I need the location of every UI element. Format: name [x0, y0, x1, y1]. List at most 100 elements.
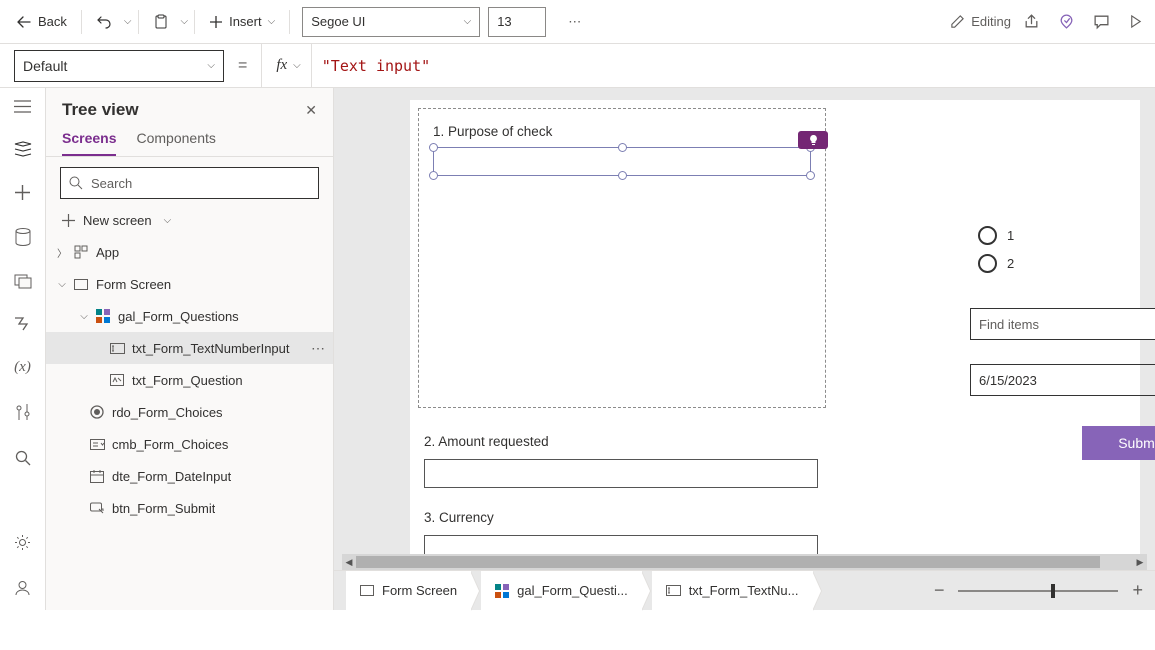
text-input-control[interactable]: [424, 459, 818, 488]
datepicker-control[interactable]: 6/15/2023: [970, 364, 1155, 396]
artboard: 1. Purpose of check: [410, 100, 1140, 554]
hamburger-icon[interactable]: [0, 96, 45, 117]
textinput-icon: [666, 585, 681, 596]
tree-tabs: Screens Components: [46, 124, 333, 157]
resize-handle[interactable]: [429, 171, 438, 180]
font-size-select[interactable]: 13: [488, 7, 546, 37]
data-icon[interactable]: [0, 224, 45, 250]
close-icon[interactable]: ✕: [305, 102, 317, 119]
resize-handle[interactable]: [618, 143, 627, 152]
search-rail-icon[interactable]: [0, 446, 45, 470]
scroll-left-icon[interactable]: ◀: [342, 554, 356, 570]
tree-item-gallery[interactable]: ⌵ gal_Form_Questions: [46, 300, 333, 332]
virtual-agent-icon[interactable]: [0, 575, 45, 600]
new-screen-button[interactable]: New screen ⌵: [46, 209, 333, 236]
editing-mode[interactable]: Editing: [942, 10, 1019, 33]
screen-icon: [74, 279, 90, 290]
tree-item-txtinput[interactable]: txt_Form_TextNumberInput ⋯: [46, 332, 333, 364]
date-value: 6/15/2023: [971, 373, 1155, 388]
font-name: Segoe UI: [311, 14, 365, 29]
tree-item-radio[interactable]: rdo_Form_Choices: [46, 396, 333, 428]
breadcrumb-gallery[interactable]: gal_Form_Questi...: [481, 571, 642, 610]
advanced-tools-icon[interactable]: [0, 400, 45, 426]
tab-components[interactable]: Components: [136, 130, 215, 156]
breadcrumb-screen[interactable]: Form Screen: [346, 571, 471, 610]
zoom-thumb[interactable]: [1051, 584, 1055, 598]
tree-body: 〉 App ⌵ Form Screen ⌵ gal_Form_Questions…: [46, 236, 333, 610]
gallery-icon: [96, 309, 112, 323]
radio-label: 2: [1007, 256, 1014, 271]
fx-chevron[interactable]: ⌵: [293, 60, 301, 71]
tab-screens[interactable]: Screens: [62, 130, 116, 156]
tree-item-button[interactable]: btn_Form_Submit: [46, 492, 333, 524]
chevron-down-icon: ⌵: [464, 16, 472, 27]
property-select[interactable]: Default ⌵: [14, 50, 224, 82]
scrollbar-thumb[interactable]: [356, 556, 1100, 568]
gallery-template[interactable]: 1. Purpose of check: [418, 108, 826, 408]
combobox-control[interactable]: Find items: [970, 308, 1155, 340]
paste-button[interactable]: [145, 10, 177, 34]
zoom-slider[interactable]: [958, 590, 1118, 592]
more-icon[interactable]: ⋯: [311, 340, 325, 357]
share-icon[interactable]: [1023, 13, 1040, 30]
insert-rail-icon[interactable]: [0, 181, 45, 204]
tree-item-app[interactable]: 〉 App: [46, 236, 333, 268]
tree-item-txtquestion[interactable]: txt_Form_Question: [46, 364, 333, 396]
preview-icon[interactable]: [1128, 13, 1143, 30]
chevron-down-icon: ⌵: [56, 279, 68, 290]
more-formatting[interactable]: ⋯: [560, 10, 589, 34]
canvas-viewport[interactable]: 1. Purpose of check: [334, 88, 1155, 554]
radio-option-2[interactable]: 2: [978, 254, 1014, 273]
scroll-right-icon[interactable]: ▶: [1133, 554, 1147, 570]
resize-handle[interactable]: [618, 171, 627, 180]
selection-outline: [433, 147, 811, 176]
zoom-in-button[interactable]: +: [1132, 580, 1143, 601]
ideas-badge[interactable]: [798, 131, 828, 149]
tree-label: btn_Form_Submit: [112, 501, 215, 516]
radio-group[interactable]: 1 2: [978, 226, 1014, 273]
tree-search[interactable]: Search: [60, 167, 319, 199]
app-checker-icon[interactable]: [1058, 13, 1075, 30]
tree-panel: Tree view ✕ Screens Components Search Ne…: [46, 88, 334, 610]
media-icon[interactable]: [0, 270, 45, 293]
variables-icon[interactable]: (x): [0, 355, 45, 380]
question-label-2: 2. Amount requested: [424, 434, 1126, 449]
text-input-control[interactable]: [424, 535, 818, 554]
tree-item-formscreen[interactable]: ⌵ Form Screen: [46, 268, 333, 300]
tree-label: cmb_Form_Choices: [112, 437, 228, 452]
clipboard-icon: [153, 14, 169, 30]
selected-control[interactable]: [433, 147, 811, 176]
insert-button[interactable]: Insert ⌵: [201, 10, 283, 33]
form-question-3: 3. Currency: [424, 510, 1126, 554]
search-icon: [69, 176, 83, 190]
comments-icon[interactable]: [1093, 13, 1110, 30]
radio-option-1[interactable]: 1: [978, 226, 1014, 245]
undo-button[interactable]: [88, 10, 120, 34]
pencil-icon: [950, 14, 965, 29]
horizontal-scrollbar[interactable]: ◀ ▶: [342, 554, 1147, 570]
breadcrumb-control[interactable]: txt_Form_TextNu...: [652, 571, 813, 610]
back-button[interactable]: Back: [8, 10, 75, 34]
question-label-1: 1. Purpose of check: [433, 124, 811, 139]
tree-view-icon[interactable]: [0, 137, 45, 161]
font-select[interactable]: Segoe UI ⌵: [302, 7, 480, 37]
tree-label: dte_Form_DateInput: [112, 469, 231, 484]
submit-button[interactable]: Submit: [1082, 426, 1155, 460]
paste-chevron[interactable]: ⌵: [181, 16, 189, 27]
chevron-down-icon: ⌵: [207, 60, 215, 71]
textinput-icon: [110, 343, 126, 354]
tree-item-date[interactable]: dte_Form_DateInput: [46, 460, 333, 492]
settings-icon[interactable]: [0, 530, 45, 555]
breadcrumb-label: gal_Form_Questi...: [517, 583, 628, 598]
resize-handle[interactable]: [806, 171, 815, 180]
breadcrumb-label: Form Screen: [382, 583, 457, 598]
undo-chevron[interactable]: ⌵: [124, 16, 132, 27]
property-name: Default: [23, 58, 67, 74]
formula-input[interactable]: "Text input": [312, 57, 1155, 75]
tree-item-combo[interactable]: cmb_Form_Choices: [46, 428, 333, 460]
power-automate-icon[interactable]: [0, 313, 45, 335]
resize-handle[interactable]: [429, 143, 438, 152]
tree-label: App: [96, 245, 119, 260]
zoom-out-button[interactable]: −: [934, 580, 945, 601]
font-size: 13: [497, 14, 511, 29]
